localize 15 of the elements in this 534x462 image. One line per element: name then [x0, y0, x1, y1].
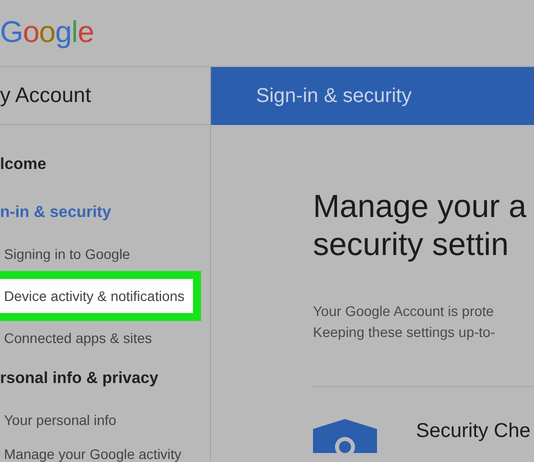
sidebar-item[interactable]: Signing in to Google — [0, 237, 130, 271]
intro-text: Your Google Account is prote Keeping these settings up-to- — [313, 302, 496, 342]
shield-icon — [313, 419, 377, 453]
sidebar-item[interactable]: rsonal info & privacy — [0, 355, 158, 403]
sidebar-item[interactable]: n-in & security — [0, 189, 112, 237]
sidebar-item[interactable]: Your personal info — [0, 403, 116, 437]
google-logo[interactable]: Google — [0, 16, 94, 50]
sidebar-item[interactable]: Device activity & notifications — [0, 271, 201, 321]
sidebar-item[interactable]: Connected apps & sites — [0, 321, 152, 355]
sidebar-item[interactable]: Manage your Google activity — [0, 437, 182, 462]
sidebar-item[interactable]: lcome — [0, 141, 46, 189]
banner-title: Sign-in & security — [256, 84, 412, 108]
card-title: Security Che — [416, 420, 530, 443]
sidebar-title: y Account — [0, 84, 92, 108]
page-heading: Manage your a security settin — [313, 187, 528, 263]
